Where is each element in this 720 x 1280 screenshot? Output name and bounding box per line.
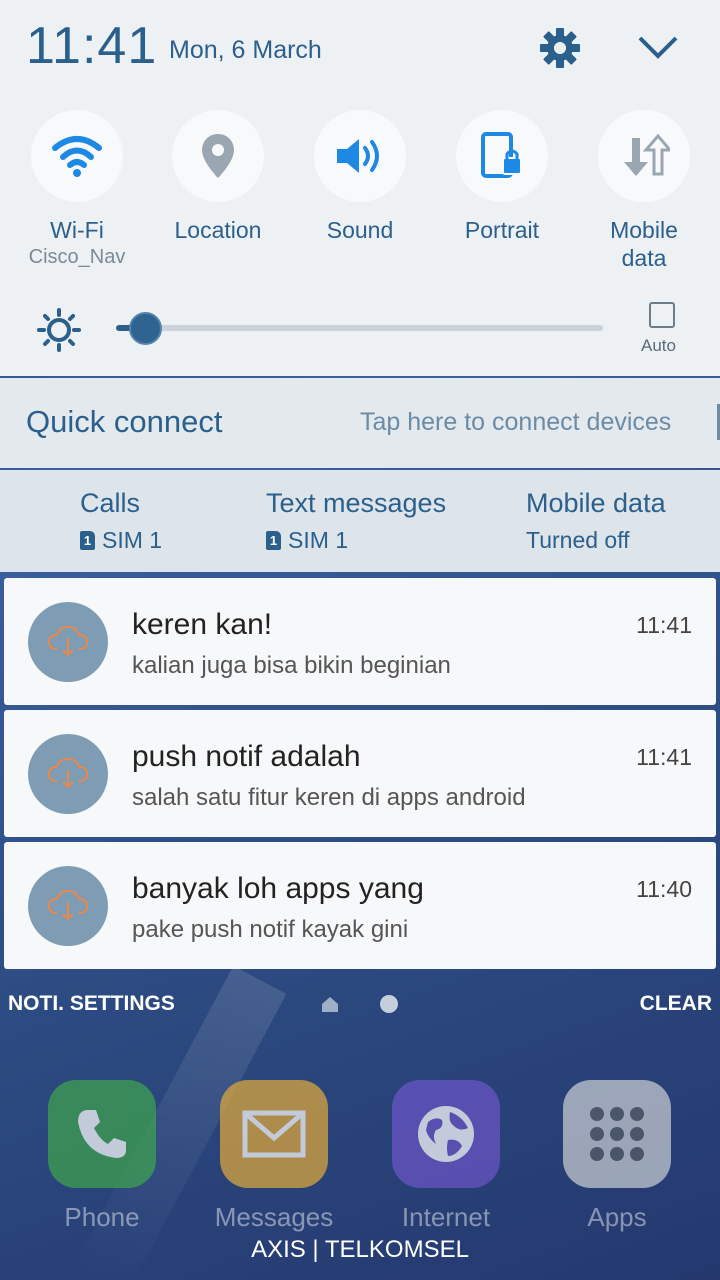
collapse-chevron-icon[interactable] xyxy=(636,30,680,66)
sim-calls[interactable]: Calls 1 SIM 1 xyxy=(80,488,162,554)
sim-col-title: Text messages xyxy=(266,488,447,518)
sim-col-title: Mobile data xyxy=(526,488,666,518)
cloud-download-icon xyxy=(28,866,108,946)
status-clock: 11:41 xyxy=(26,17,158,75)
sim-col-value: SIM 1 xyxy=(102,527,163,553)
notification-title: push notif adalah xyxy=(132,740,361,773)
apps-grid-icon xyxy=(563,1080,671,1188)
tile-portrait[interactable]: Portrait xyxy=(437,110,567,244)
quick-connect-title: Quick connect xyxy=(26,404,223,439)
notification-time: 11:41 xyxy=(636,744,692,770)
sim-card-icon: 1 xyxy=(266,531,281,550)
notification-body: salah satu fitur keren di apps android xyxy=(132,784,526,811)
sim-col-title: Calls xyxy=(80,488,141,518)
carrier-label: AXIS | TELKOMSEL xyxy=(251,1236,469,1263)
location-icon xyxy=(172,110,264,202)
tile-wifi[interactable]: Wi-Fi Cisco_Nav xyxy=(12,110,142,270)
notification-card[interactable]: keren kan! kalian juga bisa bikin begini… xyxy=(4,578,716,705)
auto-brightness-label: Auto xyxy=(641,336,676,355)
sim-col-value: Turned off xyxy=(526,527,630,553)
tile-mobile-data[interactable]: Mobile data xyxy=(579,110,709,272)
cloud-download-icon xyxy=(28,602,108,682)
tile-label: Sound xyxy=(326,217,394,243)
page-indicator-dot xyxy=(380,995,398,1013)
mobile-data-icon xyxy=(598,110,690,202)
portrait-lock-icon xyxy=(456,110,548,202)
notification-card[interactable]: banyak loh apps yang pake push notif kay… xyxy=(4,842,716,969)
auto-brightness-checkbox[interactable] xyxy=(649,302,675,328)
home-page-indicator-icon xyxy=(320,994,340,1014)
notification-body: pake push notif kayak gini xyxy=(132,916,409,943)
dock-app-messages[interactable]: Messages xyxy=(209,1080,339,1233)
tile-sound[interactable]: Sound xyxy=(295,110,425,244)
sim-text-messages[interactable]: Text messages 1 SIM 1 xyxy=(266,488,446,554)
sim-col-value: SIM 1 xyxy=(288,527,349,553)
settings-gear-icon[interactable] xyxy=(538,26,582,70)
dock-app-internet[interactable]: Internet xyxy=(381,1080,511,1233)
noti-settings-button[interactable]: NOTI. SETTINGS xyxy=(8,992,175,1016)
dock-app-label: Messages xyxy=(214,1202,334,1232)
notification-card[interactable]: push notif adalah salah satu fitur keren… xyxy=(4,710,716,837)
messages-icon xyxy=(220,1080,328,1188)
dock-app-label: Phone xyxy=(64,1202,140,1232)
dock-app-label: Internet xyxy=(401,1202,491,1232)
status-date: Mon, 6 March xyxy=(169,36,322,64)
dock-app-phone[interactable]: Phone xyxy=(37,1080,167,1233)
sim-mobile-data[interactable]: Mobile data Turned off xyxy=(526,488,666,554)
notification-body: kalian juga bisa bikin beginian xyxy=(132,652,451,679)
globe-icon xyxy=(392,1080,500,1188)
brightness-slider[interactable] xyxy=(116,325,603,331)
tile-label: Portrait xyxy=(464,217,540,243)
notification-title: banyak loh apps yang xyxy=(132,872,424,905)
tile-label: Mobile data xyxy=(610,217,678,271)
quick-connect-bar[interactable]: Quick connect Tap here to connect device… xyxy=(0,378,720,468)
quick-settings-panel: 11:41 Mon, 6 March Wi-Fi Cisco_Nav Locat… xyxy=(0,0,720,376)
cloud-download-icon xyxy=(28,734,108,814)
phone-icon xyxy=(48,1080,156,1188)
brightness-sun-icon xyxy=(37,308,81,352)
dock-app-label: Apps xyxy=(587,1202,647,1232)
tile-location[interactable]: Location xyxy=(153,110,283,244)
sim-settings-row: Calls 1 SIM 1 Text messages 1 SIM 1 Mobile… xyxy=(0,470,720,572)
tile-sublabel: Cisco_Nav xyxy=(28,246,126,268)
clear-button[interactable]: CLEAR xyxy=(640,992,712,1016)
sound-icon xyxy=(314,110,406,202)
notification-title: keren kan! xyxy=(132,608,273,641)
notification-time: 11:41 xyxy=(636,612,692,638)
wifi-icon xyxy=(31,110,123,202)
tile-label: Wi-Fi xyxy=(50,217,104,243)
notification-time: 11:40 xyxy=(636,876,692,902)
quick-connect-hint: Tap here to connect devices xyxy=(360,408,672,436)
tile-label: Location xyxy=(174,217,262,243)
dock-app-apps[interactable]: Apps xyxy=(552,1080,682,1233)
brightness-thumb[interactable] xyxy=(129,312,163,345)
sim-card-icon: 1 xyxy=(80,531,95,550)
